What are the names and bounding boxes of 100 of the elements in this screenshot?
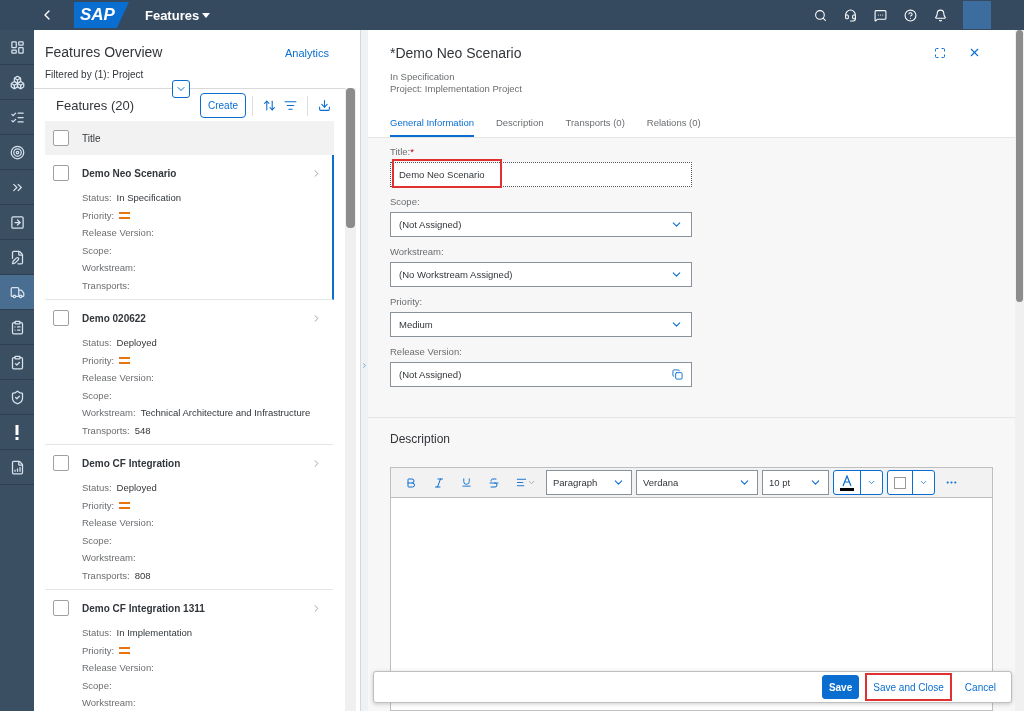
truck-icon xyxy=(9,284,25,300)
priority-icon xyxy=(119,211,131,219)
tab[interactable]: General Information xyxy=(390,113,474,137)
field-value: In Specification xyxy=(116,192,181,204)
value-help-icon xyxy=(672,369,683,380)
field-label: Scope: xyxy=(390,196,421,207)
create-button[interactable]: Create xyxy=(200,93,246,118)
field-label: Priority: xyxy=(82,354,115,366)
align-left-icon xyxy=(516,477,527,488)
text-color-icon xyxy=(840,474,854,491)
panel-title: Features Overview xyxy=(45,44,163,60)
tab[interactable]: Relations (0) xyxy=(646,113,701,137)
underline-icon xyxy=(461,477,472,488)
field-label: Status: xyxy=(82,627,112,639)
field-label: Release Version: xyxy=(82,662,154,674)
field-label: Status: xyxy=(82,482,112,494)
background-color-button[interactable] xyxy=(887,470,935,495)
font-size-select[interactable]: 10 pt xyxy=(762,470,829,495)
field-label: Scope: xyxy=(82,389,112,401)
select-field[interactable]: (Not Assigned) xyxy=(390,362,692,387)
chart-document-icon xyxy=(9,459,25,475)
field-label: Scope: xyxy=(82,679,112,691)
dashboard-icon xyxy=(9,39,25,55)
italic-icon xyxy=(433,476,445,489)
field-label: Transports: xyxy=(82,279,130,291)
caret-icon xyxy=(867,478,876,487)
help-icon xyxy=(903,8,917,22)
priority-icon xyxy=(119,501,131,509)
column-header: Title xyxy=(82,132,101,144)
select-all-checkbox[interactable] xyxy=(53,130,69,146)
list-item[interactable]: Demo Neo Scenario Status: In Specification Priority: Release Version: Scope: Workstream: Transports: xyxy=(45,155,334,300)
sort-icon xyxy=(263,99,276,112)
caret-icon xyxy=(202,12,211,18)
analytics-link[interactable]: Analytics xyxy=(284,47,329,59)
priority-icon xyxy=(119,646,131,654)
tab[interactable]: Transports (0) xyxy=(565,113,625,137)
shield-icon xyxy=(9,389,25,405)
block-format-select[interactable]: Paragraph xyxy=(546,470,632,495)
search-icon xyxy=(813,8,827,22)
text-color-button[interactable] xyxy=(833,470,883,495)
item-title: Demo 020622 xyxy=(82,312,147,324)
item-title: Demo Neo Scenario xyxy=(82,167,178,179)
object-title: *Demo Neo Scenario xyxy=(390,44,523,61)
scrollbar[interactable] xyxy=(1015,30,1024,711)
field-label: Transports: xyxy=(82,569,130,581)
field-label: Priority: xyxy=(82,644,115,656)
font-select[interactable]: Verdana xyxy=(636,470,758,495)
clipboard-icon xyxy=(9,319,25,335)
field-label: Scope: xyxy=(82,244,112,256)
field-label: Workstream: xyxy=(82,407,136,419)
item-checkbox[interactable] xyxy=(53,165,69,181)
item-title: Demo CF Integration 1311 xyxy=(82,602,206,614)
field-value: Technical Architecture and Infrastructure xyxy=(140,407,311,419)
item-title: Demo CF Integration xyxy=(82,457,182,469)
field-value: 808 xyxy=(134,569,151,581)
footer-button[interactable]: Save and Close xyxy=(865,673,952,701)
list-item[interactable]: Demo CF Integration Status: Deployed Priority: Release Version: Scope: Workstream: Transports: 808 xyxy=(45,445,334,590)
arrow-box-icon xyxy=(9,214,25,230)
checklist-icon xyxy=(9,109,25,125)
footer-button[interactable]: Save xyxy=(821,675,860,699)
object-project: Project: Implementation Project xyxy=(390,83,523,95)
field-label: Priority: xyxy=(82,499,115,511)
list-item[interactable]: Demo 020622 Status: Deployed Priority: Release Version: Scope: Workstream: Technical Architecture and Infrastructure Transports: 548 xyxy=(45,300,334,445)
expand-header-button[interactable] xyxy=(172,80,190,98)
close-icon xyxy=(968,46,981,59)
field-label: Release Version: xyxy=(82,227,154,239)
field-label: Release Version: xyxy=(82,517,154,529)
download-icon xyxy=(318,99,331,112)
field-label: Title:* xyxy=(390,146,415,157)
item-checkbox[interactable] xyxy=(53,310,69,326)
field-label: Workstream: xyxy=(82,697,136,709)
field-label: Scope: xyxy=(82,534,112,546)
list-item[interactable]: Demo CF Integration 1311 Status: In Implementation Priority: Release Version: Scope: Workstream: xyxy=(45,590,334,711)
exclamation-icon xyxy=(15,424,19,440)
field-label: Release Version: xyxy=(82,372,154,384)
field-value: In Implementation xyxy=(116,627,193,639)
select-field[interactable]: (No Workstream Assigned) xyxy=(390,262,692,287)
field-label: Priority: xyxy=(390,296,424,307)
select-field[interactable]: (Not Assigned) xyxy=(390,212,692,237)
field-value: Deployed xyxy=(116,482,157,494)
field-label: Release Version: xyxy=(390,346,463,357)
color-swatch-icon xyxy=(894,476,906,489)
select-field[interactable]: Medium xyxy=(390,312,692,337)
input-field[interactable]: Demo Neo Scenario xyxy=(390,162,692,187)
item-checkbox[interactable] xyxy=(53,600,69,616)
caret-icon xyxy=(527,478,536,487)
scrollbar[interactable] xyxy=(345,88,356,711)
tab[interactable]: Description xyxy=(495,113,544,137)
field-label: Workstream: xyxy=(82,552,136,564)
strikethrough-icon xyxy=(488,476,500,489)
app-title-menu[interactable]: Features xyxy=(144,7,211,23)
field-value: 548 xyxy=(134,424,151,436)
field-label: Status: xyxy=(82,337,112,349)
list-title: Features (20) xyxy=(55,98,136,113)
logo: SAP xyxy=(74,2,129,28)
item-checkbox[interactable] xyxy=(53,455,69,471)
nav-item[interactable] xyxy=(0,275,34,310)
bell-icon xyxy=(933,8,947,22)
boxes-icon xyxy=(9,74,25,90)
field-value: Deployed xyxy=(116,337,157,349)
